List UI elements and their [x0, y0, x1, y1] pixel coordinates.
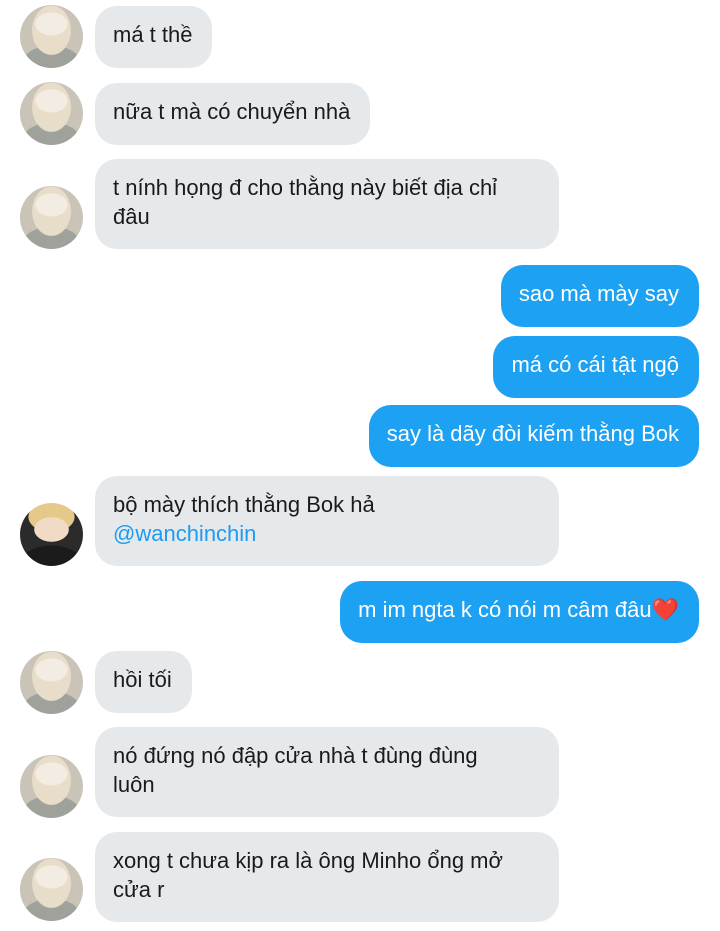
incoming-message-bubble[interactable]: hồi tối: [95, 651, 192, 713]
avatar[interactable]: [20, 651, 83, 714]
outgoing-message-bubble[interactable]: m im ngta k có nói m câm đâu❤️: [340, 581, 699, 643]
avatar[interactable]: [20, 186, 83, 249]
message-text: má có cái tật ngộ: [511, 352, 679, 377]
message-text: đâu: [113, 204, 150, 229]
message-text: say là dãy đòi kiếm thằng Bok: [386, 421, 679, 446]
message-text: xong t chưa kịp ra là ông Minho ổng mở: [113, 848, 503, 873]
message-text: t nính họng đ cho thằng này biết địa chỉ: [113, 175, 498, 200]
message-text: m im ngta k có nói m câm đâu: [358, 597, 652, 622]
incoming-message-bubble[interactable]: má t thề: [95, 6, 213, 68]
message-text: má t thề: [113, 22, 193, 47]
avatar[interactable]: [20, 5, 83, 68]
heart-emoji: ❤️: [651, 597, 679, 622]
chat-thread: má t thề nữa t mà có chuyển nhà t nính h…: [0, 0, 720, 931]
incoming-message-bubble[interactable]: nữa t mà có chuyển nhà: [95, 83, 371, 145]
message-text: cửa r: [113, 877, 165, 902]
avatar[interactable]: [20, 755, 83, 818]
incoming-message-bubble[interactable]: t nính họng đ cho thằng này biết địa chỉ…: [95, 159, 559, 249]
incoming-message-bubble[interactable]: bộ mày thích thằng Bok hả @wanchinchin: [95, 476, 559, 566]
avatar[interactable]: [20, 858, 83, 921]
message-text: nữa t mà có chuyển nhà: [113, 99, 351, 124]
avatar[interactable]: [20, 82, 83, 145]
incoming-message-bubble[interactable]: nó đứng nó đập cửa nhà t đùng đùng luôn: [95, 727, 559, 817]
mention-link[interactable]: @wanchinchin: [113, 519, 539, 548]
message-text: hồi tối: [113, 667, 172, 692]
outgoing-message-bubble[interactable]: má có cái tật ngộ: [493, 336, 699, 398]
message-text: nó đứng nó đập cửa nhà t đùng đùng: [113, 743, 478, 768]
message-text: bộ mày thích thằng Bok hả: [113, 492, 375, 517]
outgoing-message-bubble[interactable]: sao mà mày say: [500, 265, 699, 327]
incoming-message-bubble[interactable]: xong t chưa kịp ra là ông Minho ổng mở c…: [95, 832, 559, 922]
outgoing-message-bubble[interactable]: say là dãy đòi kiếm thằng Bok: [368, 405, 699, 467]
message-text: luôn: [113, 772, 155, 797]
message-text: sao mà mày say: [518, 281, 679, 306]
avatar[interactable]: [20, 503, 83, 566]
